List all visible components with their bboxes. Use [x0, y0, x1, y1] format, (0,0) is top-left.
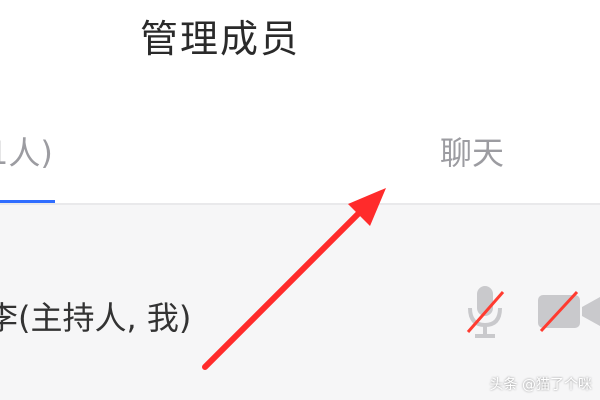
- watermark: 头条 @猫了个咪: [489, 377, 592, 393]
- mic-muted-icon[interactable]: [462, 282, 508, 342]
- page-title: 管理成员: [140, 17, 301, 61]
- tab-bar: 1人) 聊天: [0, 90, 600, 205]
- camera-off-icon[interactable]: [536, 289, 600, 334]
- tab-chat[interactable]: 聊天: [440, 128, 504, 174]
- member-name: 李(主持人, 我): [0, 299, 192, 337]
- tab-active-indicator: [0, 200, 55, 203]
- tab-members[interactable]: 1人): [0, 128, 53, 174]
- header: 管理成员: [0, 0, 600, 90]
- member-row: 李(主持人, 我): [0, 205, 600, 400]
